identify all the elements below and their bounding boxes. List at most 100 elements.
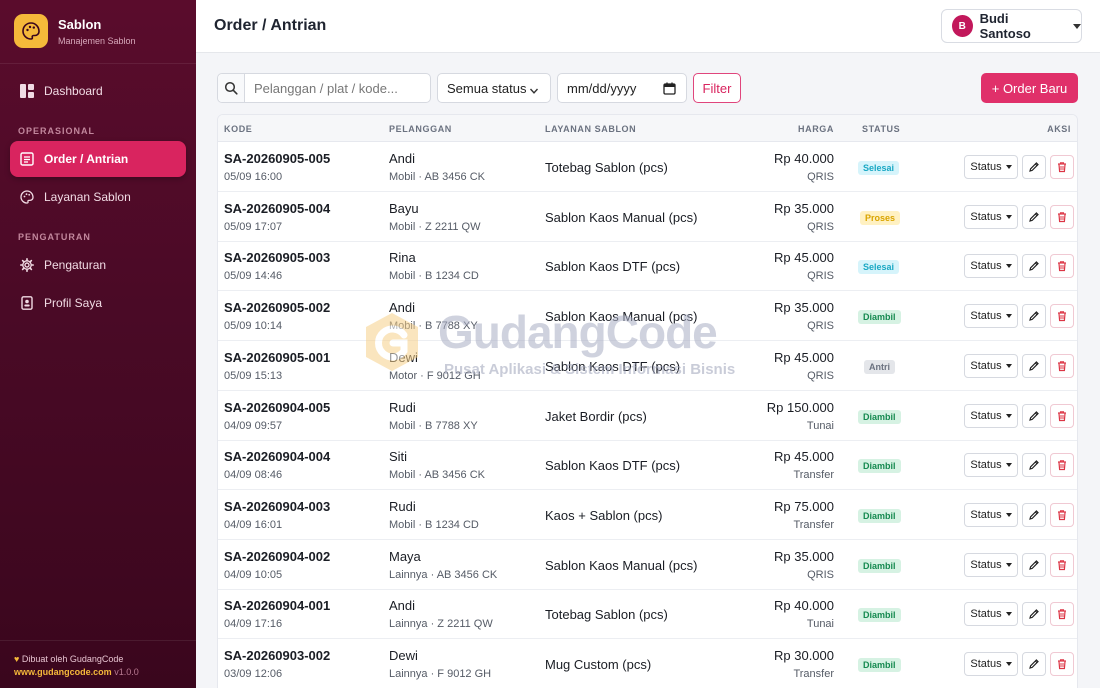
service-name: Totebag Sablon (pcs): [545, 160, 668, 175]
status-dropdown-button[interactable]: Status: [964, 403, 1018, 428]
pencil-icon: [1029, 360, 1039, 371]
sidebar-item-dashboard[interactable]: Dashboard: [10, 73, 186, 109]
order-date: 04/09 08:46: [224, 469, 283, 482]
delete-button[interactable]: [1050, 353, 1074, 378]
column-header-action: AKSI: [1047, 124, 1071, 134]
sidebar-item-label: Profil Saya: [44, 296, 103, 310]
caret-down-icon: [1005, 463, 1012, 468]
sidebar-item-settings[interactable]: Pengaturan: [10, 247, 186, 283]
search-icon: [218, 74, 245, 102]
version-text: v1.0.0: [114, 667, 139, 677]
caret-down-icon: [1005, 612, 1012, 617]
sidebar: Sablon Manajemen Sablon Dashboard OPERAS…: [0, 0, 196, 688]
order-price: Rp 45.000: [774, 349, 834, 365]
delete-button[interactable]: [1050, 602, 1074, 627]
list-icon: [20, 152, 34, 166]
order-price: Rp 40.000: [774, 151, 834, 166]
delete-button[interactable]: [1050, 453, 1074, 478]
edit-button[interactable]: [1022, 552, 1046, 577]
user-name: Budi Santoso: [979, 11, 1031, 41]
table-row: SA-20260905-004 05/09 17:07 Bayu Mobil · Z …: [218, 192, 1077, 242]
edit-button[interactable]: [1022, 304, 1046, 329]
edit-button[interactable]: [1022, 204, 1046, 229]
customer-vehicle: Mobil · AB 3456 CK: [389, 469, 485, 482]
delete-button[interactable]: [1050, 502, 1074, 527]
delete-button[interactable]: [1050, 652, 1074, 676]
delete-button[interactable]: [1050, 254, 1074, 279]
status-dropdown-button[interactable]: Status: [964, 155, 1018, 179]
caret-down-icon: [1005, 264, 1012, 269]
edit-button[interactable]: [1022, 502, 1046, 527]
delete-button[interactable]: [1050, 304, 1074, 329]
delete-button[interactable]: [1050, 155, 1074, 179]
status-dropdown-button[interactable]: Status: [964, 602, 1018, 627]
status-dropdown-label: Status: [970, 359, 1002, 372]
status-dropdown-button[interactable]: Status: [964, 204, 1018, 229]
table-row: SA-20260904-001 04/09 17:16 Andi Lainnya · …: [218, 589, 1077, 640]
status-select[interactable]: Semua status: [437, 73, 551, 103]
payment-method: Transfer: [793, 518, 834, 531]
order-code: SA-20260905-001: [224, 349, 331, 365]
edit-button[interactable]: [1022, 453, 1046, 478]
status-dropdown-label: Status: [970, 260, 1002, 273]
status-dropdown-button[interactable]: Status: [964, 304, 1018, 329]
date-input[interactable]: mm/dd/yyyy: [557, 73, 687, 103]
delete-button[interactable]: [1050, 403, 1074, 428]
delete-button[interactable]: [1050, 204, 1074, 229]
column-header-service: LAYANAN SABLON: [545, 124, 637, 134]
status-dropdown-label: Status: [970, 459, 1002, 472]
edit-button[interactable]: [1022, 254, 1046, 279]
sidebar-item-services[interactable]: Layanan Sablon: [10, 179, 186, 215]
delete-button[interactable]: [1050, 552, 1074, 577]
gear-icon: [20, 258, 34, 272]
search-input[interactable]: [245, 74, 430, 102]
trash-icon: [1058, 311, 1066, 322]
customer-name: Bayu: [389, 200, 419, 216]
caret-down-icon: [1005, 562, 1012, 567]
edit-button[interactable]: [1022, 155, 1046, 179]
status-dropdown-button[interactable]: Status: [964, 652, 1018, 676]
heart-icon: ♥: [14, 654, 20, 664]
status-dropdown-button[interactable]: Status: [964, 254, 1018, 279]
order-code: SA-20260904-002: [224, 548, 331, 564]
order-date: 04/09 17:16: [224, 618, 283, 631]
status-dropdown-label: Status: [970, 161, 1002, 173]
order-date: 05/09 17:07: [224, 220, 283, 233]
trash-icon: [1058, 361, 1066, 371]
edit-button[interactable]: [1022, 652, 1046, 676]
status-badge: Diambil: [858, 409, 901, 424]
caret-down-icon: [1005, 363, 1012, 368]
status-dropdown-button[interactable]: Status: [964, 502, 1018, 527]
sidebar-item-orders[interactable]: Order / Antrian: [10, 141, 186, 177]
order-date: 03/09 12:06: [224, 668, 283, 680]
trash-icon: [1058, 211, 1066, 222]
edit-button[interactable]: [1022, 602, 1046, 627]
website-link[interactable]: www.gudangcode.com: [14, 667, 112, 677]
edit-button[interactable]: [1022, 353, 1046, 378]
status-badge: Selesai: [858, 161, 900, 175]
status-dropdown-label: Status: [970, 608, 1002, 621]
service-name: Mug Custom (pcs): [545, 657, 652, 672]
calendar-icon[interactable]: [663, 82, 676, 98]
sidebar-section-pengaturan: PENGATURAN: [18, 232, 91, 242]
status-dropdown-button[interactable]: Status: [964, 552, 1018, 577]
new-order-button[interactable]: + Order Baru: [981, 73, 1078, 103]
filter-button[interactable]: Filter: [693, 73, 741, 103]
status-dropdown-label: Status: [970, 558, 1002, 571]
service-name: Kaos + Sablon (pcs): [545, 507, 663, 523]
status-dropdown-button[interactable]: Status: [964, 453, 1018, 478]
brand[interactable]: Sablon Manajemen Sablon: [14, 14, 136, 48]
user-menu-button[interactable]: B Budi Santoso: [941, 9, 1082, 43]
sidebar-item-profile[interactable]: Profil Saya: [10, 285, 186, 321]
column-header-status: STATUS: [862, 124, 901, 134]
edit-button[interactable]: [1022, 403, 1046, 428]
status-dropdown-button[interactable]: Status: [964, 353, 1018, 378]
trash-icon: [1058, 559, 1066, 570]
pencil-icon: [1029, 261, 1039, 272]
palette-icon: [20, 190, 34, 204]
status-badge: Diambil: [858, 459, 901, 474]
dashboard-icon: [20, 84, 34, 98]
pencil-icon: [1029, 510, 1039, 520]
order-price: Rp 40.000: [774, 598, 834, 614]
customer-vehicle: Mobil · B 7788 XY: [389, 320, 478, 333]
